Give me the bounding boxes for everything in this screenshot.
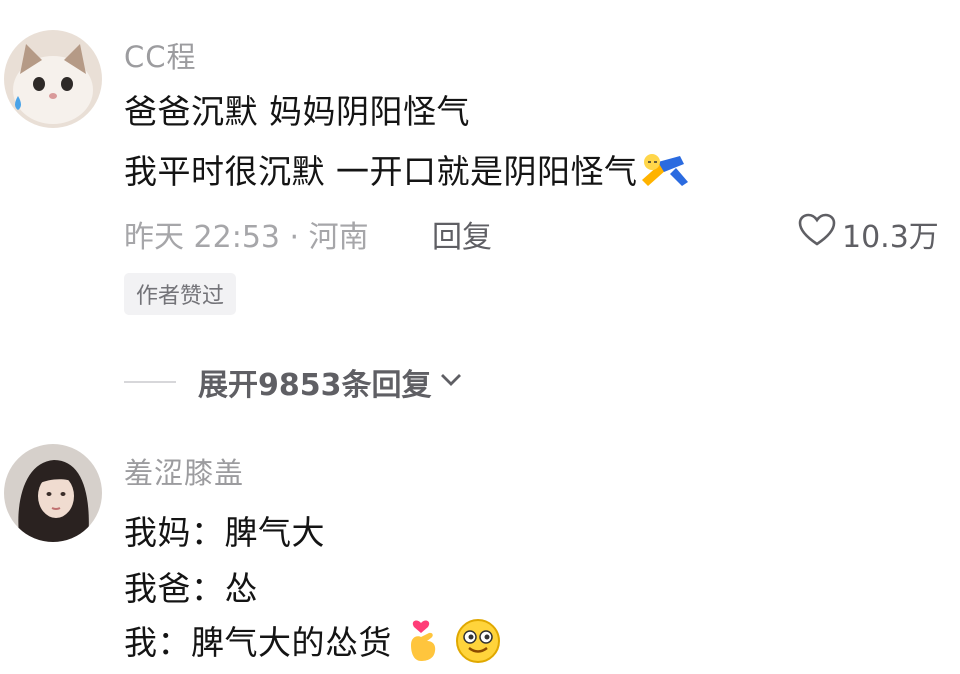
comment-username[interactable]: 羞涩膝盖 (124, 450, 244, 492)
cat-avatar-image (4, 30, 102, 128)
finger-heart-emoji (403, 619, 443, 671)
girl-avatar-image (4, 444, 102, 542)
smiling-face-emoji (454, 617, 502, 673)
avatar-girl[interactable] (4, 444, 102, 542)
comment-text: 我平时很沉默 一开口就是阴阳怪气 (124, 152, 638, 191)
falling-person-emoji (638, 150, 690, 198)
expand-replies-button[interactable]: 展开9853条回复 (124, 360, 464, 404)
author-liked-badge: 作者赞过 (124, 273, 237, 315)
comment-text: 我：脾气大的怂货 (124, 623, 392, 662)
divider (124, 381, 176, 383)
like-count: 10.3万 (842, 220, 939, 255)
chevron-down-icon (438, 370, 464, 394)
reply-button[interactable]: 回复 (432, 212, 492, 256)
comment-text-line: 我平时很沉默 一开口就是阴阳怪气 (124, 145, 690, 198)
heart-icon (798, 213, 836, 255)
comment-text-line: 我爸：怂 (124, 569, 258, 608)
expand-replies-label: 展开9853条回复 (198, 368, 432, 403)
comment-username[interactable]: CC程 (124, 34, 197, 76)
comment-timestamp-location: 昨天 22:53 · 河南 (124, 220, 369, 255)
comment-text-line: 我：脾气大的怂货 (124, 616, 502, 673)
comment-text-line: 爸爸沉默 妈妈阴阳怪气 (124, 92, 470, 131)
like-button[interactable]: 10.3万 (798, 212, 939, 256)
avatar-cat[interactable] (4, 30, 102, 128)
comment-text-line: 我妈：脾气大 (124, 513, 325, 552)
